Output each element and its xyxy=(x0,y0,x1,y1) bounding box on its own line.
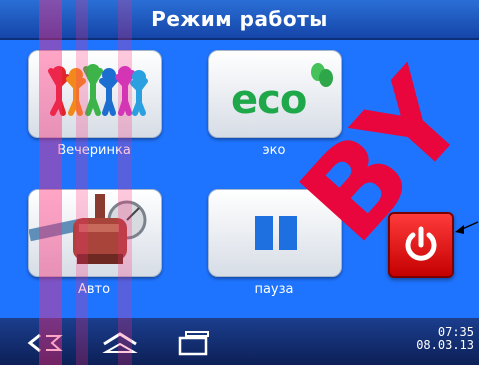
recent-apps-icon[interactable] xyxy=(176,330,212,356)
clock: 07:35 08.03.13 xyxy=(398,326,474,352)
pointer-arrow-icon xyxy=(455,221,479,234)
title-bar: Режим работы xyxy=(0,0,479,40)
watermark-stripe xyxy=(76,0,88,365)
pause-bar-right xyxy=(279,216,297,250)
mode-screen: Режим работы Вечеринка eco эко Авто пауз… xyxy=(0,0,479,365)
mode-label-pause: пауза xyxy=(254,282,294,297)
eco-icon: eco xyxy=(231,77,307,123)
pause-bar-left xyxy=(255,216,273,250)
page-title: Режим работы xyxy=(151,7,328,31)
watermark-stripe xyxy=(39,0,62,365)
leaf-icon xyxy=(311,63,333,87)
clock-date: 08.03.13 xyxy=(416,338,474,352)
watermark-stripe xyxy=(118,0,132,365)
